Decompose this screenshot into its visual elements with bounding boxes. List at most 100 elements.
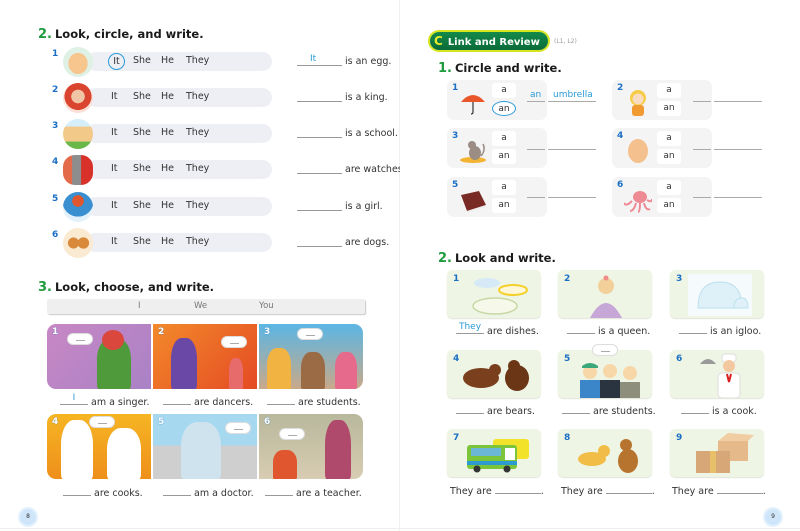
answer-blank[interactable]: [163, 395, 191, 405]
answer-blank[interactable]: [163, 486, 191, 496]
word-blank[interactable]: [714, 149, 762, 150]
picture-card-boxes: 9: [670, 429, 764, 477]
word-blank[interactable]: [548, 101, 596, 102]
speech-bubble: [592, 344, 618, 356]
option-they[interactable]: They: [186, 236, 209, 247]
egg-icon: [628, 139, 648, 163]
caption: They are.: [672, 484, 766, 497]
answer-blank[interactable]: [297, 173, 342, 174]
answer-blank[interactable]: [681, 404, 709, 414]
student-figure: [335, 352, 357, 389]
choice-a[interactable]: a: [492, 180, 516, 195]
picture-card-queen: 2: [558, 270, 652, 318]
option-he[interactable]: He: [161, 127, 174, 138]
option-it[interactable]: It: [111, 200, 118, 211]
option-she[interactable]: She: [133, 163, 151, 174]
page-number-badge: 9: [765, 509, 781, 525]
word-bank-word: You: [259, 301, 274, 311]
choice-an[interactable]: an: [657, 198, 681, 213]
answer-blank[interactable]: [297, 65, 342, 66]
answer-blank[interactable]: [494, 484, 541, 494]
article-blank[interactable]: [527, 101, 545, 102]
option-he[interactable]: He: [161, 200, 174, 211]
answer-blank[interactable]: [562, 404, 590, 414]
choice-an[interactable]: an: [492, 149, 516, 164]
option-he[interactable]: He: [161, 236, 174, 247]
exercise-3-title: 3. Look, choose, and write.: [38, 280, 215, 295]
option-it[interactable]: It: [111, 163, 118, 174]
answer-blank[interactable]: [63, 486, 91, 496]
circle-write-card: 2 a an: [612, 80, 712, 120]
answer-blank[interactable]: [567, 324, 595, 334]
choice-an[interactable]: an: [492, 101, 516, 116]
option-he[interactable]: He: [161, 55, 174, 66]
answer-blank[interactable]: [265, 486, 293, 496]
option-it[interactable]: It: [111, 91, 118, 102]
answer-blank[interactable]: [716, 484, 763, 494]
singer-hair: [102, 330, 124, 350]
option-she[interactable]: She: [133, 91, 151, 102]
caption: They are.: [450, 484, 544, 497]
option-she[interactable]: She: [133, 200, 151, 211]
article-blank[interactable]: [527, 197, 545, 198]
choice-a[interactable]: a: [657, 83, 681, 98]
article-blank[interactable]: [693, 101, 711, 102]
answer-blank[interactable]: [605, 484, 652, 494]
exercise-row: 4 It She He They are watches.: [52, 155, 406, 187]
option-she[interactable]: She: [133, 127, 151, 138]
option-it[interactable]: It: [111, 236, 118, 247]
option-he[interactable]: He: [161, 163, 174, 174]
option-they[interactable]: They: [186, 200, 209, 211]
caption: is an igloo.: [679, 324, 761, 337]
left-page: 2. Look, circle, and write. 1 It She He T…: [0, 0, 406, 531]
word-blank[interactable]: [548, 149, 596, 150]
choice-a[interactable]: a: [657, 131, 681, 146]
answer-blank[interactable]: [267, 395, 295, 405]
picture-card-igloo: 3: [670, 270, 764, 318]
option-they[interactable]: They: [186, 55, 209, 66]
choice-an[interactable]: an: [492, 198, 516, 213]
cook-figure: [61, 420, 93, 479]
choice-a[interactable]: a: [492, 83, 516, 98]
answer-blank[interactable]: [456, 404, 484, 414]
caption: are a teacher.: [265, 486, 362, 499]
answer-blank[interactable]: [297, 246, 342, 247]
option-she[interactable]: She: [133, 236, 151, 247]
word-blank[interactable]: [714, 197, 762, 198]
option-she[interactable]: She: [133, 55, 151, 66]
choice-an[interactable]: an: [657, 101, 681, 116]
word-blank[interactable]: [548, 197, 596, 198]
option-they[interactable]: They: [186, 127, 209, 138]
answer-blank[interactable]: [297, 101, 342, 102]
option-they[interactable]: They: [186, 91, 209, 102]
option-it[interactable]: It: [111, 127, 118, 138]
caption: am a doctor.: [163, 486, 254, 499]
cook-icon: [700, 353, 741, 398]
word-blank[interactable]: [714, 101, 762, 102]
answer-blank[interactable]: I: [60, 393, 88, 405]
answer-blank[interactable]: [297, 210, 342, 211]
article-blank[interactable]: [693, 197, 711, 198]
caption: are cooks.: [63, 486, 143, 499]
choice-a[interactable]: a: [492, 131, 516, 146]
scene-teacher: 6: [259, 414, 363, 479]
article-answer: an: [530, 90, 542, 100]
choice-an[interactable]: an: [657, 149, 681, 164]
picture-card-bears: 4: [447, 350, 541, 398]
bears-icon: [463, 360, 529, 391]
choice-a[interactable]: a: [657, 180, 681, 195]
option-it[interactable]: It: [108, 53, 125, 70]
dogs-picture: [63, 228, 93, 258]
answer-blank[interactable]: [297, 137, 342, 138]
answer-blank[interactable]: They: [456, 322, 484, 334]
article-blank[interactable]: [693, 149, 711, 150]
option-they[interactable]: They: [186, 163, 209, 174]
watches-picture: [63, 155, 93, 185]
scene-dancers: 2: [153, 324, 257, 389]
article-blank[interactable]: [527, 149, 545, 150]
circle-write-card: 1 a an: [447, 80, 547, 120]
option-he[interactable]: He: [161, 91, 174, 102]
caption: Iam a singer.: [60, 393, 149, 408]
answer-blank[interactable]: [679, 324, 707, 334]
book-icon: [461, 191, 486, 213]
